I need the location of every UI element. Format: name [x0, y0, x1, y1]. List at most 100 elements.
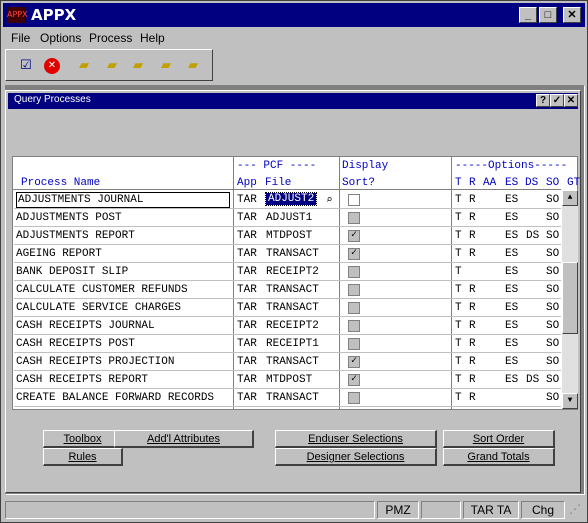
table-row[interactable]: ADJUSTMENTS JOURNAL TAR ADJUST2 T R ES SO ⌕ — [14, 191, 561, 209]
cancel-icon[interactable]: ✕ — [44, 58, 60, 74]
display-sort-checkbox[interactable] — [348, 212, 360, 224]
scroll-thumb[interactable] — [562, 262, 578, 334]
display-sort-checkbox-checked[interactable]: ✓ — [348, 248, 360, 260]
file-cell[interactable]: TRANSACT — [266, 302, 319, 314]
table-row[interactable]: CASH RECEIPTS JOURNAL TAR RECEIPT2 T R ES SO — [14, 317, 561, 335]
close-child-button[interactable]: ✕ — [564, 94, 578, 107]
process-name-cell[interactable]: AGEING REPORT — [16, 248, 102, 260]
file-cell[interactable]: ADJUST2 — [264, 192, 318, 206]
maximize-button[interactable]: □ — [539, 7, 557, 23]
app-cell: TAR — [237, 338, 257, 350]
scroll-up-icon[interactable]: ▲ — [562, 190, 578, 206]
process-name-cell[interactable]: CREATE BALANCE FORWARD RECORDS — [16, 392, 214, 404]
folder-delete-icon[interactable]: ▰ — [156, 56, 176, 74]
process-name-cell[interactable]: ADJUSTMENTS JOURNAL — [16, 192, 230, 208]
file-cell[interactable]: RECEIPT2 — [266, 320, 319, 332]
display-sort-checkbox[interactable] — [348, 392, 360, 404]
table-row[interactable]: CASH RECEIPTS PROJECTION TAR TRANSACT T R ES S… — [14, 353, 561, 371]
resize-grip-icon[interactable]: ⋰ — [567, 501, 583, 519]
display-sort-checkbox[interactable] — [348, 284, 360, 296]
option-es-cell: ES — [505, 374, 519, 386]
app-cell: TAR — [237, 356, 257, 368]
table-row[interactable]: AGEING REPORT TAR TRANSACT T R ES SO ✓ — [14, 245, 561, 263]
file-cell[interactable]: MTDPOST — [266, 374, 312, 386]
option-t-cell: T — [455, 392, 462, 404]
sort-order-button[interactable]: Sort Order — [443, 430, 555, 448]
folder-edit-icon[interactable]: ▰ — [183, 56, 203, 74]
menu-help[interactable]: Help — [140, 31, 165, 45]
table-row[interactable]: ADJUSTMENTS POST TAR ADJUST1 T R ES SO — [14, 209, 561, 227]
folder-search-icon[interactable]: ▰ — [128, 56, 148, 74]
option-t-cell: T — [455, 266, 462, 278]
option-so-cell: SO — [546, 320, 560, 332]
file-cell[interactable]: TRANSACT — [266, 356, 319, 368]
table-row[interactable]: BANK DEPOSIT SLIP TAR RECEIPT2 T ES SO — [14, 263, 561, 281]
grand-totals-button[interactable]: Grand Totals — [443, 448, 555, 466]
file-cell[interactable]: MTDPOST — [266, 230, 312, 242]
scroll-down-icon[interactable]: ▼ — [562, 393, 578, 409]
option-es-cell: ES — [505, 302, 519, 314]
header-ds: DS — [525, 177, 539, 189]
option-r-cell: R — [469, 302, 476, 314]
enduser-label: Enduser Selections — [308, 433, 403, 445]
child-title-bar[interactable]: Query Processes ? ✓ ✕ — [8, 93, 578, 109]
display-sort-checkbox-checked[interactable]: ✓ — [348, 374, 360, 386]
table-row[interactable]: ADJUSTMENTS REPORT TAR MTDPOST T R ES DS SO ✓ — [14, 227, 561, 245]
addl-attributes-button[interactable]: Add'l Attributes — [114, 430, 254, 448]
process-name-cell[interactable]: CASH RECEIPTS JOURNAL — [16, 320, 155, 332]
process-name-cell[interactable]: CALCULATE SERVICE CHARGES — [16, 302, 181, 314]
file-cell[interactable]: TRANSACT — [266, 392, 319, 404]
toolbox-button[interactable]: Toolbox — [43, 430, 123, 448]
menu-file[interactable]: File — [11, 31, 30, 45]
display-sort-checkbox[interactable] — [348, 338, 360, 350]
display-sort-checkbox[interactable] — [348, 320, 360, 332]
rules-button[interactable]: Rules — [43, 448, 123, 466]
folder-new-icon[interactable]: ▰ — [74, 56, 94, 74]
enduser-selections-button[interactable]: Enduser Selections — [275, 430, 437, 448]
file-cell[interactable]: TRANSACT — [266, 248, 319, 260]
child-title: Query Processes — [14, 94, 91, 105]
file-cell[interactable]: TRANSACT — [266, 284, 319, 296]
display-sort-checkbox[interactable] — [348, 266, 360, 278]
vertical-scrollbar[interactable]: ▲ ▼ — [562, 190, 578, 409]
option-r-cell: R — [469, 284, 476, 296]
menu-options[interactable]: Options — [40, 31, 81, 45]
display-sort-checkbox-checked[interactable]: ✓ — [348, 356, 360, 368]
process-name-cell[interactable]: CASH RECEIPTS REPORT — [16, 374, 148, 386]
table-row[interactable]: CALCULATE SERVICE CHARGES TAR TRANSACT T R ES… — [14, 299, 561, 317]
table-row[interactable]: CREATE BALANCE FORWARD RECORDS TAR TRANSAC… — [14, 389, 561, 407]
display-sort-checkbox[interactable] — [348, 302, 360, 314]
process-name-cell[interactable]: ADJUSTMENTS POST — [16, 212, 122, 224]
app-cell: TAR — [237, 194, 257, 206]
designer-selections-button[interactable]: Designer Selections — [275, 448, 437, 466]
header-so: SO — [546, 177, 560, 189]
process-name-cell[interactable]: ADJUSTMENTS REPORT — [16, 230, 135, 242]
file-cell[interactable]: ADJUST1 — [266, 212, 312, 224]
process-name-cell[interactable]: CASH RECEIPTS POST — [16, 338, 135, 350]
file-cell[interactable]: RECEIPT1 — [266, 338, 319, 350]
display-sort-checkbox[interactable] — [348, 194, 360, 206]
file-cell[interactable]: RECEIPT2 — [266, 266, 319, 278]
ok-button[interactable]: ✓ — [550, 94, 564, 107]
process-name-cell[interactable]: BANK DEPOSIT SLIP — [16, 266, 128, 278]
process-name-cell[interactable]: CASH RECEIPTS PROJECTION — [16, 356, 174, 368]
table-row[interactable]: CASH RECEIPTS POST TAR RECEIPT1 T R ES SO — [14, 335, 561, 353]
table-row[interactable]: CASH RECEIPTS REPORT TAR MTDPOST T R ES DS SO ✓ — [14, 371, 561, 389]
minimize-button[interactable]: _ — [519, 7, 537, 23]
option-r-cell: R — [469, 392, 476, 404]
query-processes-window: Query Processes ? ✓ ✕ --- PCF ---- Displ… — [5, 90, 581, 493]
lookup-icon[interactable]: ⌕ — [326, 193, 333, 207]
title-bar[interactable]: APPX APPX _ □ ✕ — [3, 3, 585, 27]
close-button[interactable]: ✕ — [563, 7, 581, 23]
toolbox-label: Toolbox — [63, 433, 102, 445]
display-sort-checkbox-checked[interactable]: ✓ — [348, 230, 360, 242]
help-button[interactable]: ? — [536, 94, 550, 107]
table-row[interactable]: CALCULATE CUSTOMER REFUNDS TAR TRANSACT T R E… — [14, 281, 561, 299]
option-ds-cell: DS — [526, 230, 540, 242]
process-name-cell[interactable]: CALCULATE CUSTOMER REFUNDS — [16, 284, 188, 296]
menu-process[interactable]: Process — [89, 31, 132, 45]
toolbar: ☑ ✕ ▰ ▰ ▰ ▰ ▰ — [5, 49, 213, 81]
folder-up-icon[interactable]: ▰ — [102, 56, 122, 74]
option-r-cell: R — [469, 230, 476, 242]
ok-icon[interactable]: ☑ — [16, 56, 36, 74]
